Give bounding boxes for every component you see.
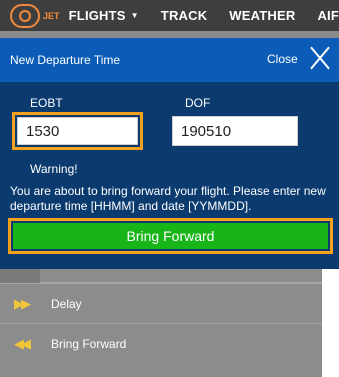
close-link[interactable]: Close bbox=[267, 52, 298, 66]
menu-item-hidden bbox=[0, 269, 322, 283]
nav-item-flights[interactable]: FLIGHTS ▼ bbox=[69, 8, 139, 23]
bring-forward-button[interactable]: Bring Forward bbox=[13, 223, 328, 249]
dof-input[interactable] bbox=[172, 116, 298, 146]
menu-item-bring-forward[interactable]: ◀◀ Bring Forward bbox=[0, 323, 322, 363]
nav-item-flights-label: FLIGHTS bbox=[68, 8, 126, 23]
eobt-field-highlight bbox=[12, 112, 143, 150]
scroll-area bbox=[322, 269, 339, 377]
warning-message: You are about to bring forward your flig… bbox=[10, 184, 326, 213]
dialog-header: New Departure Time Close bbox=[0, 38, 339, 82]
new-departure-time-dialog: New Departure Time Close EOBT DOF Warnin… bbox=[0, 38, 339, 269]
nav-item-weather[interactable]: WEATHER bbox=[229, 8, 295, 23]
eobt-input[interactable] bbox=[17, 117, 138, 145]
logo-text: JET bbox=[43, 10, 60, 21]
bring-forward-button-highlight: Bring Forward bbox=[8, 218, 333, 254]
dialog-title: New Departure Time bbox=[10, 53, 121, 67]
app-logo[interactable]: JET bbox=[0, 0, 69, 31]
eobt-label: EOBT bbox=[30, 96, 63, 110]
logo-sun-icon bbox=[10, 3, 40, 28]
menu-item-delay-label: Delay bbox=[51, 296, 82, 311]
nav-item-track[interactable]: TRACK bbox=[161, 8, 208, 23]
top-navigation: JET FLIGHTS ▼ TRACK WEATHER AIF bbox=[0, 0, 339, 31]
menu-item-bring-forward-label: Bring Forward bbox=[51, 336, 127, 351]
nav-item-truncated[interactable]: AIF bbox=[317, 8, 339, 23]
action-menu: ▶▶ Delay ◀◀ Bring Forward bbox=[0, 269, 322, 377]
close-icon[interactable] bbox=[308, 43, 332, 73]
rewind-icon: ◀◀ bbox=[14, 335, 31, 351]
menu-item-delay[interactable]: ▶▶ Delay bbox=[0, 283, 322, 323]
chevron-down-icon: ▼ bbox=[130, 11, 139, 20]
fast-forward-icon: ▶▶ bbox=[14, 295, 31, 311]
dof-label: DOF bbox=[185, 96, 211, 110]
warning-text: Warning! bbox=[30, 162, 78, 176]
